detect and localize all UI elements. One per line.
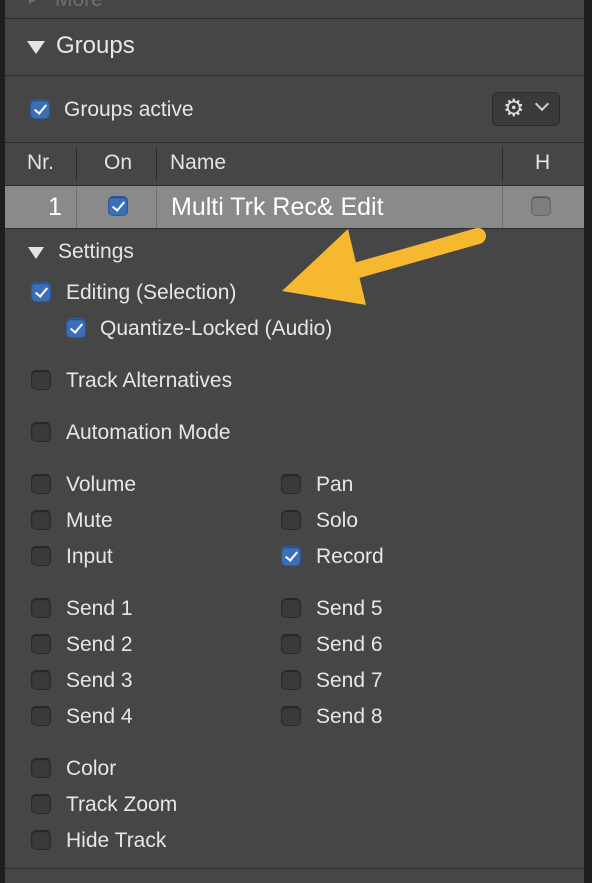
send-5-checkbox[interactable] — [281, 598, 301, 618]
send-6-label: Send 6 — [316, 633, 383, 656]
send-7-checkbox[interactable] — [281, 670, 301, 690]
input-label: Input — [66, 545, 113, 568]
mute-checkbox[interactable] — [31, 510, 51, 530]
column-divider — [502, 186, 503, 228]
track-zoom-label: Track Zoom — [66, 793, 178, 816]
automation-mode-checkbox[interactable] — [31, 422, 51, 442]
disclosure-triangle-down-icon[interactable] — [27, 41, 45, 54]
volume-label: Volume — [66, 473, 137, 496]
send-6-checkbox[interactable] — [281, 634, 301, 654]
column-divider — [76, 147, 77, 181]
send-3-label: Send 3 — [66, 669, 133, 692]
editing-selection-checkbox[interactable] — [31, 282, 51, 302]
settings-title: Settings — [58, 240, 134, 263]
send-1-checkbox[interactable] — [31, 598, 51, 618]
settings-section: Settings Editing (Selection) Quantize-Lo… — [5, 229, 584, 869]
gear-icon: ⚙ — [503, 95, 525, 122]
more-label: More — [55, 0, 103, 12]
groups-active-label: Groups active — [64, 98, 194, 121]
color-label: Color — [66, 757, 117, 780]
groups-active-checkbox[interactable] — [30, 99, 50, 119]
volume-checkbox[interactable] — [31, 474, 51, 494]
column-divider — [156, 186, 157, 228]
pan-label: Pan — [316, 473, 354, 496]
quantize-locked-checkbox[interactable] — [66, 318, 86, 338]
send-8-checkbox[interactable] — [281, 706, 301, 726]
more-disclosure-row[interactable]: More — [5, 0, 584, 19]
group-hide-checkbox[interactable] — [531, 196, 551, 216]
send-2-label: Send 2 — [66, 633, 133, 656]
automation-mode-label: Automation Mode — [66, 421, 231, 444]
column-header-on[interactable]: On — [104, 143, 132, 185]
track-alternatives-label: Track Alternatives — [66, 369, 233, 392]
hide-track-checkbox[interactable] — [31, 830, 51, 850]
color-checkbox[interactable] — [31, 758, 51, 778]
column-header-h[interactable]: H — [535, 143, 550, 185]
groups-title: Groups — [56, 32, 135, 59]
mute-label: Mute — [66, 509, 113, 532]
send-7-label: Send 7 — [316, 669, 383, 692]
disclosure-triangle-right-icon[interactable] — [29, 0, 41, 4]
send-4-label: Send 4 — [66, 705, 133, 728]
send-5-label: Send 5 — [316, 597, 383, 620]
group-name[interactable]: Multi Trk Rec& Edit — [171, 186, 384, 228]
column-header-name[interactable]: Name — [170, 143, 226, 185]
send-2-checkbox[interactable] — [31, 634, 51, 654]
gear-menu-button[interactable]: ⚙ — [492, 92, 560, 126]
panel-bottom-edge — [5, 868, 584, 883]
column-divider — [502, 147, 503, 181]
record-label: Record — [316, 545, 384, 568]
quantize-locked-label: Quantize-Locked (Audio) — [100, 317, 333, 340]
column-divider — [76, 186, 77, 228]
column-header-nr[interactable]: Nr. — [27, 143, 54, 185]
disclosure-triangle-down-icon[interactable] — [28, 247, 44, 259]
pan-checkbox[interactable] — [281, 474, 301, 494]
input-checkbox[interactable] — [31, 546, 51, 566]
solo-label: Solo — [316, 509, 359, 532]
chevron-down-icon — [534, 96, 550, 112]
track-alternatives-checkbox[interactable] — [31, 370, 51, 390]
groups-header[interactable]: Groups — [5, 19, 584, 76]
table-row[interactable]: 1 Multi Trk Rec& Edit — [5, 186, 584, 229]
group-number: 1 — [48, 193, 62, 221]
record-checkbox[interactable] — [281, 546, 301, 566]
send-3-checkbox[interactable] — [31, 670, 51, 690]
solo-checkbox[interactable] — [281, 510, 301, 530]
editing-selection-label: Editing (Selection) — [66, 281, 237, 304]
hide-track-label: Hide Track — [66, 829, 167, 852]
groups-table-header: Nr. On Name H — [5, 143, 584, 186]
send-4-checkbox[interactable] — [31, 706, 51, 726]
send-1-label: Send 1 — [66, 597, 133, 620]
groups-inspector-panel: More Groups Groups active ⚙ Nr. On Name … — [5, 0, 584, 883]
group-on-checkbox[interactable] — [108, 196, 128, 216]
send-8-label: Send 8 — [316, 705, 383, 728]
track-zoom-checkbox[interactable] — [31, 794, 51, 814]
column-divider — [156, 147, 157, 181]
groups-active-row: Groups active ⚙ — [5, 76, 584, 143]
